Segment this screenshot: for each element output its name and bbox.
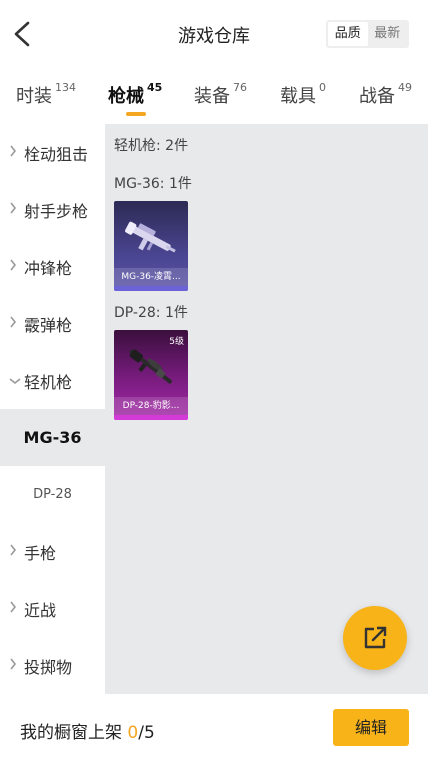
- sidebar-item-label: 霰弹枪: [24, 315, 73, 335]
- sidebar-item-pistol[interactable]: 手枪: [0, 523, 105, 580]
- sidebar-item-smg[interactable]: 冲锋枪: [0, 238, 105, 295]
- sidebar-item-throwables[interactable]: 投掷物: [0, 637, 105, 694]
- chevron-down-icon: [9, 374, 21, 388]
- sidebar-item-lmg[interactable]: 轻机枪: [0, 352, 105, 409]
- sidebar-subitem-dp28[interactable]: DP-28: [0, 466, 105, 523]
- sidebar-item-label: MG-36: [23, 428, 82, 447]
- chevron-right-icon: [9, 658, 21, 673]
- item-name: MG-36-凌霄...: [114, 268, 188, 286]
- tab-count: 0: [319, 81, 326, 94]
- sidebar-item-label: 轻机枪: [24, 372, 73, 392]
- sidebar-item-melee[interactable]: 近战: [0, 580, 105, 637]
- sidebar-item-label: 手枪: [24, 543, 57, 563]
- chevron-right-icon: [9, 145, 21, 160]
- sort-by-quality[interactable]: 品质: [328, 22, 368, 46]
- showcase-shelf-status: 我的橱窗上架 0/5: [20, 718, 155, 743]
- showcase-footer: 我的橱窗上架 0/5 编辑: [0, 694, 428, 761]
- chevron-right-icon: [9, 601, 21, 616]
- sidebar-item-label: 栓动狙击: [24, 144, 89, 164]
- sidebar-item-label: 投掷物: [24, 657, 73, 677]
- sidebar-item-marksman-rifle[interactable]: 射手步枪: [0, 181, 105, 238]
- sidebar-item-label: DP-28: [33, 487, 72, 502]
- chevron-right-icon: [9, 202, 21, 217]
- shelf-total-count: /5: [138, 723, 155, 743]
- category-item-count: 轻机枪: 2件: [114, 138, 189, 154]
- tab-count: 45: [147, 81, 163, 94]
- tab-label: 载具: [280, 86, 316, 107]
- tab-count: 49: [398, 81, 412, 94]
- sidebar-subitem-mg36[interactable]: MG-36: [0, 409, 105, 466]
- sidebar-item-label: 射手步枪: [24, 201, 89, 221]
- tab-label: 装备: [194, 86, 230, 107]
- rarity-bar: [114, 286, 188, 291]
- share-icon: [364, 626, 387, 649]
- category-tabs: 时装 134 枪械 45 装备 76 载具 0 战备 49: [0, 72, 428, 122]
- edit-button[interactable]: 编辑: [333, 709, 409, 746]
- sort-toggle: 品质 最新: [326, 20, 409, 48]
- tab-count: 134: [55, 81, 76, 94]
- sort-by-newest[interactable]: 最新: [368, 22, 408, 46]
- tab-label: 时装: [16, 86, 52, 107]
- tab-count: 76: [233, 81, 247, 94]
- header: 游戏仓库 品质 最新: [0, 0, 428, 68]
- tab-label: 战备: [359, 86, 395, 107]
- machine-gun-image: [129, 349, 173, 384]
- machine-gun-image: [125, 221, 176, 253]
- tab-firearms[interactable]: 枪械 45: [108, 81, 163, 108]
- sidebar-item-shotgun[interactable]: 霰弹枪: [0, 295, 105, 352]
- shelf-label: 我的橱窗上架: [20, 723, 122, 743]
- tab-supplies[interactable]: 战备 49: [359, 81, 412, 108]
- chevron-right-icon: [9, 316, 21, 331]
- tab-label: 枪械: [108, 86, 144, 107]
- tab-equipment[interactable]: 装备 76: [194, 81, 247, 108]
- item-card-mg36[interactable]: MG-36-凌霄...: [114, 201, 188, 291]
- shelf-current-count: 0: [127, 723, 139, 743]
- share-button[interactable]: [343, 606, 407, 670]
- tab-vehicles[interactable]: 载具 0: [280, 81, 326, 108]
- item-name: DP-28-豹影...: [114, 397, 188, 415]
- sidebar-item-bolt-action-sniper[interactable]: 栓动狙击: [0, 124, 105, 181]
- chevron-right-icon: [9, 544, 21, 559]
- item-card-dp28[interactable]: 5级 DP-28-豹影...: [114, 330, 188, 420]
- tab-outfits[interactable]: 时装 134: [16, 81, 76, 108]
- group-heading: DP-28: 1件: [114, 305, 188, 321]
- chevron-right-icon: [9, 259, 21, 274]
- sidebar-item-label: 冲锋枪: [24, 258, 73, 278]
- sidebar-item-label: 近战: [24, 600, 57, 620]
- weapon-category-sidebar: 栓动狙击 射手步枪 冲锋枪 霰弹枪 轻机枪 MG-36 DP-28 手枪 近战 …: [0, 124, 105, 694]
- rarity-bar: [114, 415, 188, 420]
- group-heading: MG-36: 1件: [114, 176, 192, 192]
- active-tab-indicator: [126, 112, 146, 116]
